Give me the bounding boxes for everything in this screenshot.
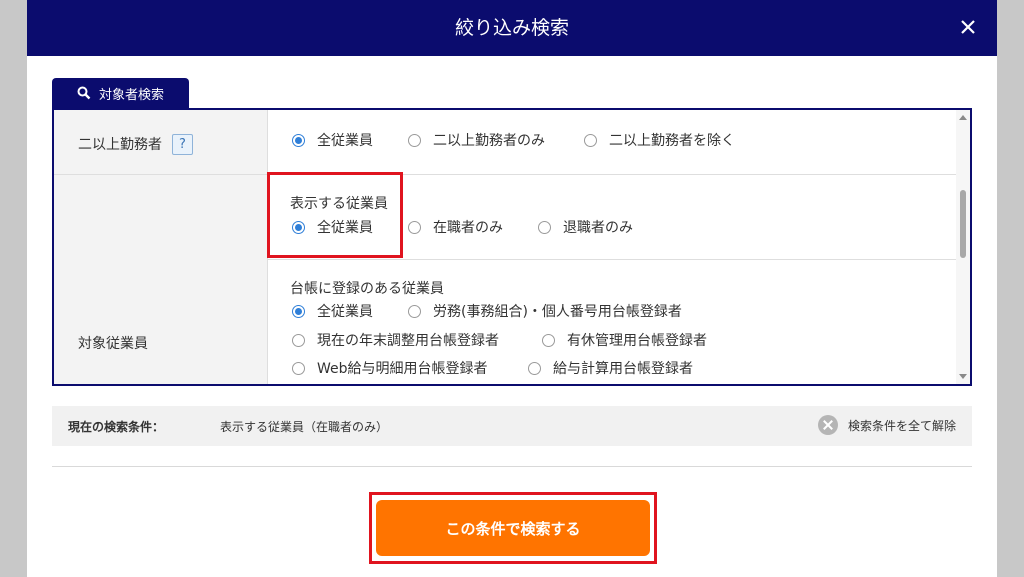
clear-all-conditions-button[interactable]: 検索条件を全て解除 <box>817 415 956 435</box>
dialog-title: 絞り込み検索 <box>454 17 569 39</box>
row-target-employees: 対象従業員 表示する従業員 全従業員 在職者のみ 退職者のみ 台帳に登録のある従… <box>54 175 958 384</box>
radio-registered-year-end[interactable]: 現在の年末調整用台帳登録者 <box>292 330 499 350</box>
row-label-cell: 対象従業員 <box>54 175 268 384</box>
radio-label: 全従業員 <box>317 133 373 149</box>
radio-label: 有休管理用台帳登録者 <box>567 333 707 349</box>
radio-indicator <box>408 304 421 318</box>
radio-registered-paid-leave[interactable]: 有休管理用台帳登録者 <box>542 330 707 350</box>
criteria-value: 表示する従業員（在職者のみ） <box>220 420 389 434</box>
radio-registered-payroll[interactable]: 給与計算用台帳登録者 <box>528 358 693 378</box>
scroll-down-arrow-icon[interactable] <box>959 374 967 379</box>
radio-display-all[interactable]: 全従業員 <box>292 217 373 237</box>
clear-all-label: 検索条件を全て解除 <box>847 418 956 433</box>
criteria-label: 現在の検索条件： <box>68 420 165 434</box>
radio-indicator <box>584 133 597 147</box>
radio-label: Web給与明細用台帳登録者 <box>317 361 488 377</box>
radio-label: 労務(事務組合)・個人番号用台帳登録者 <box>433 304 682 320</box>
radio-concurrent-only[interactable]: 二以上勤務者のみ <box>408 130 545 150</box>
radio-label: 退職者のみ <box>563 220 633 236</box>
divider-line <box>52 466 972 467</box>
panel-scrollbar[interactable] <box>956 110 970 384</box>
radio-indicator <box>538 220 551 234</box>
radio-label: 在職者のみ <box>433 220 503 236</box>
search-icon <box>77 86 91 100</box>
radio-label: 二以上勤務者を除く <box>609 133 735 149</box>
radio-indicator <box>542 333 555 347</box>
scroll-up-arrow-icon[interactable] <box>959 115 967 120</box>
section-divider <box>268 259 958 260</box>
radio-registered-web-payslip[interactable]: Web給与明細用台帳登録者 <box>292 358 488 378</box>
radio-concurrent-all[interactable]: 全従業員 <box>292 130 373 150</box>
radio-display-retired[interactable]: 退職者のみ <box>538 217 633 237</box>
close-button[interactable] <box>955 14 981 40</box>
radio-indicator <box>408 133 421 147</box>
radio-label: 給与計算用台帳登録者 <box>553 361 693 377</box>
registered-employees-title: 台帳に登録のある従業員 <box>290 281 444 297</box>
row-label-cell: 二以上勤務者 ? <box>54 110 268 174</box>
search-filter-dialog: 絞り込み検索 対象者検索 二以上勤務者 ? 全従業員 二以上勤務者のみ 二以上勤… <box>27 0 997 577</box>
scroll-thumb[interactable] <box>960 190 966 258</box>
clear-icon <box>817 415 838 435</box>
radio-display-active[interactable]: 在職者のみ <box>408 217 503 237</box>
close-icon <box>961 20 975 34</box>
tab-target-search[interactable]: 対象者検索 <box>52 78 189 108</box>
radio-indicator <box>292 333 305 347</box>
row-concurrent-employment: 二以上勤務者 ? 全従業員 二以上勤務者のみ 二以上勤務者を除く <box>54 110 958 175</box>
help-button[interactable]: ? <box>172 134 193 155</box>
search-with-conditions-button[interactable]: この条件で検索する <box>376 500 650 556</box>
radio-concurrent-exclude[interactable]: 二以上勤務者を除く <box>584 130 735 150</box>
radio-checked-indicator <box>292 304 305 318</box>
radio-registered-labor[interactable]: 労務(事務組合)・個人番号用台帳登録者 <box>408 301 682 321</box>
tab-label: 対象者検索 <box>98 87 164 103</box>
radio-checked-indicator <box>292 220 305 234</box>
radio-checked-indicator <box>292 133 305 147</box>
target-employees-label: 対象従業員 <box>78 336 148 352</box>
radio-indicator <box>408 220 421 234</box>
radio-label: 二以上勤務者のみ <box>433 133 545 149</box>
current-criteria-bar: 現在の検索条件： 表示する従業員（在職者のみ） 検索条件を全て解除 <box>52 406 972 446</box>
dialog-header: 絞り込み検索 <box>27 0 997 56</box>
radio-label: 現在の年末調整用台帳登録者 <box>317 333 499 349</box>
concurrent-employment-label: 二以上勤務者 <box>78 137 162 153</box>
radio-label: 全従業員 <box>317 304 373 320</box>
radio-label: 全従業員 <box>317 220 373 236</box>
radio-indicator <box>528 361 541 375</box>
radio-registered-all[interactable]: 全従業員 <box>292 301 373 321</box>
radio-indicator <box>292 361 305 375</box>
filter-panel: 二以上勤務者 ? 全従業員 二以上勤務者のみ 二以上勤務者を除く 対象従業員 表… <box>52 108 972 386</box>
display-employees-title: 表示する従業員 <box>290 196 388 212</box>
